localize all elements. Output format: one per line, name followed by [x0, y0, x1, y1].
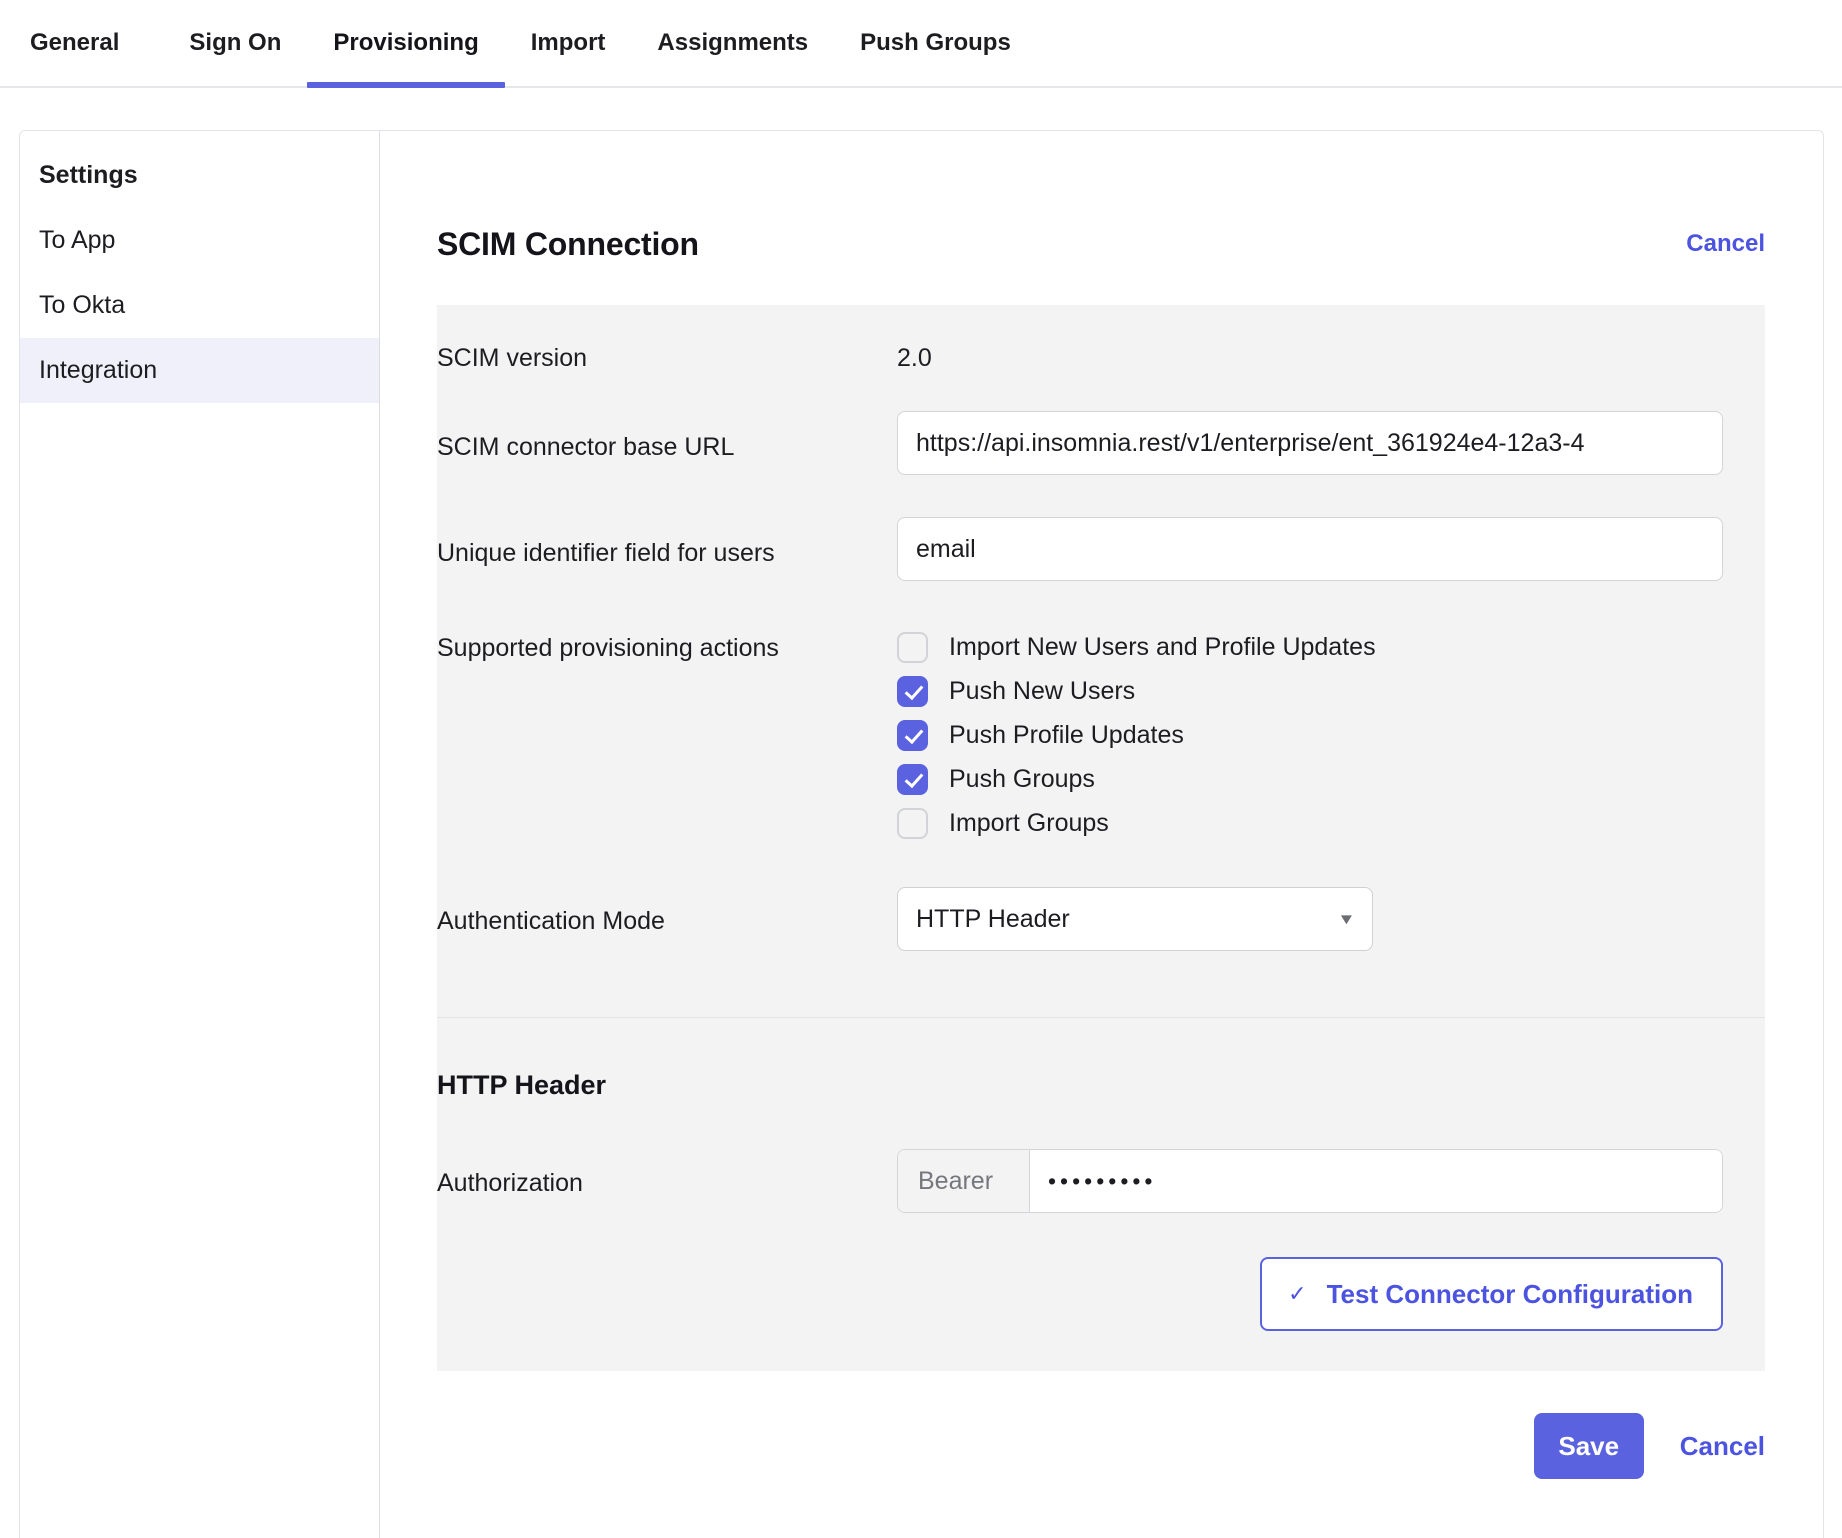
- tab-sign-on[interactable]: Sign On: [163, 0, 307, 86]
- tab-label: Provisioning: [333, 29, 479, 56]
- checkbox-box-checked-icon[interactable]: [897, 719, 928, 751]
- scim-connection-form: SCIM version 2.0 SCIM connector base URL…: [437, 305, 1765, 1371]
- checkbox-label: Import Groups: [949, 808, 1109, 837]
- page-title: SCIM Connection: [437, 225, 699, 262]
- http-header-heading: HTTP Header: [437, 1070, 607, 1100]
- test-connector-button-label: Test Connector Configuration: [1326, 1278, 1693, 1309]
- unique-identifier-input[interactable]: email: [897, 517, 1723, 581]
- checkbox-box-checked-icon[interactable]: [897, 763, 928, 795]
- primary-tab-bar: General Sign On Provisioning Import Assi…: [0, 0, 1842, 88]
- tab-push-groups[interactable]: Push Groups: [834, 0, 1037, 86]
- tab-provisioning[interactable]: Provisioning: [307, 0, 506, 88]
- tab-import[interactable]: Import: [505, 0, 632, 86]
- authorization-field-group: Bearer •••••••••: [897, 1149, 1723, 1213]
- checkbox-push-new-users[interactable]: Push New Users: [897, 669, 1723, 713]
- http-header-section-head: HTTP Header: [437, 1018, 1765, 1101]
- tab-label: Assignments: [657, 29, 809, 56]
- field-row-authorization: Authorization Bearer •••••••••: [437, 1101, 1765, 1213]
- sidebar-item-label: To Okta: [39, 291, 126, 319]
- base-url-label: SCIM connector base URL: [437, 433, 735, 461]
- authentication-mode-label: Authentication Mode: [437, 907, 665, 935]
- authorization-label: Authorization: [437, 1169, 583, 1197]
- checkbox-box-icon[interactable]: [897, 631, 928, 663]
- checkbox-label: Push Groups: [949, 764, 1095, 793]
- provisioning-actions-list: Import New Users and Profile Updates Pus…: [897, 623, 1723, 845]
- check-icon: ✓: [1288, 1281, 1307, 1306]
- checkbox-import-groups[interactable]: Import Groups: [897, 801, 1723, 845]
- save-button[interactable]: Save: [1533, 1413, 1644, 1479]
- unique-identifier-label: Unique identifier field for users: [437, 539, 775, 567]
- authorization-scheme-prefix: Bearer: [898, 1150, 1030, 1212]
- checkbox-import-new-users[interactable]: Import New Users and Profile Updates: [897, 625, 1723, 669]
- header-cancel-link[interactable]: Cancel: [1686, 230, 1765, 258]
- sidebar-item-label: Settings: [39, 161, 138, 189]
- tab-label: Import: [530, 29, 606, 56]
- scim-version-value: 2.0: [897, 344, 932, 372]
- checkbox-push-profile-updates[interactable]: Push Profile Updates: [897, 713, 1723, 757]
- field-row-authentication-mode: Authentication Mode HTTP Header ▼: [437, 845, 1765, 1017]
- authentication-mode-select[interactable]: HTTP Header ▼: [897, 887, 1373, 951]
- test-connector-row: ✓ Test Connector Configuration: [437, 1213, 1765, 1331]
- sidebar-item-integration[interactable]: Integration: [20, 338, 379, 403]
- content-header: SCIM Connection Cancel: [380, 221, 1823, 267]
- tab-label: Push Groups: [860, 29, 1011, 56]
- field-row-base-url: SCIM connector base URL https://api.inso…: [437, 375, 1765, 477]
- checkbox-label: Import New Users and Profile Updates: [949, 632, 1376, 661]
- chevron-down-icon[interactable]: ▼: [1337, 912, 1356, 927]
- field-row-scim-version: SCIM version 2.0: [437, 305, 1765, 375]
- sidebar-item-label: To App: [39, 226, 116, 254]
- tab-label: General: [30, 29, 120, 56]
- scim-base-url-input[interactable]: https://api.insomnia.rest/v1/enterprise/…: [897, 411, 1723, 475]
- provisioning-actions-label: Supported provisioning actions: [437, 634, 779, 662]
- sidebar-item-to-okta[interactable]: To Okta: [20, 273, 379, 338]
- checkbox-label: Push New Users: [949, 676, 1136, 705]
- checkbox-label: Push Profile Updates: [949, 720, 1184, 749]
- app-page: General Sign On Provisioning Import Assi…: [0, 0, 1842, 1538]
- field-row-unique-identifier: Unique identifier field for users email: [437, 477, 1765, 583]
- panel-bottom-spacer: [437, 1331, 1765, 1371]
- authorization-token-input[interactable]: •••••••••: [1030, 1150, 1722, 1212]
- checkbox-box-icon[interactable]: [897, 807, 928, 839]
- field-row-provisioning-actions: Supported provisioning actions Import Ne…: [437, 583, 1765, 845]
- sidebar-item-settings[interactable]: Settings: [20, 143, 379, 208]
- tab-assignments[interactable]: Assignments: [631, 0, 834, 86]
- test-connector-configuration-button[interactable]: ✓ Test Connector Configuration: [1260, 1257, 1723, 1331]
- authentication-mode-value: HTTP Header: [916, 904, 1070, 933]
- sidebar-item-label: Integration: [39, 356, 158, 384]
- form-footer: Save Cancel: [380, 1371, 1823, 1479]
- main-content: SCIM Connection Cancel SCIM version 2.0 …: [380, 131, 1823, 1538]
- tab-label: Sign On: [189, 29, 282, 56]
- settings-sidebar: Settings To App To Okta Integration: [20, 131, 380, 1538]
- scim-version-label: SCIM version: [437, 344, 588, 372]
- checkbox-box-checked-icon[interactable]: [897, 675, 928, 707]
- tab-general[interactable]: General: [30, 0, 145, 86]
- sidebar-item-to-app[interactable]: To App: [20, 208, 379, 273]
- checkbox-push-groups[interactable]: Push Groups: [897, 757, 1723, 801]
- provisioning-panel: Settings To App To Okta Integration SCIM…: [19, 130, 1824, 1538]
- footer-cancel-link[interactable]: Cancel: [1680, 1431, 1765, 1462]
